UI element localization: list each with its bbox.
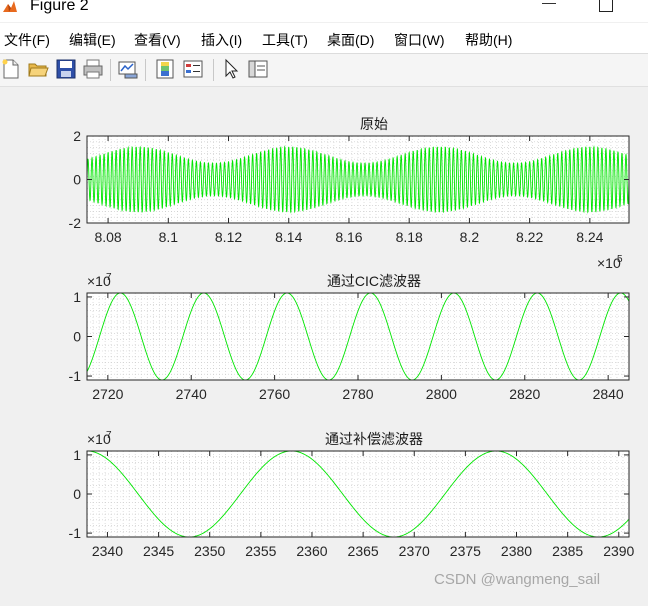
x-tick-label: 2390 [603,543,634,559]
x-tick-label: 8.08 [94,229,121,245]
x-tick-label: 2360 [296,543,327,559]
toolbar [0,54,648,87]
window-title: Figure 2 [30,0,89,14]
x-tick-label: 8.1 [159,229,179,245]
toolbar-separator [145,59,146,81]
x-tick-label: 2720 [92,386,123,402]
axes-2[interactable]: 2720 2740 2760 2780 2800 2820 2840 -1 0 1 通过CIC滤波器… [69,272,630,402]
x-tick-label: 8.18 [396,229,423,245]
x-tick-label: 8.2 [460,229,480,245]
menu-tools[interactable]: 工具(T) [262,30,308,50]
axes-title: 通过CIC滤波器 [327,273,421,289]
axes-title: 原始 [360,116,388,132]
menu-desktop[interactable]: 桌面(D) [327,30,374,50]
y-tick-label: -2 [69,215,82,231]
maximize-button[interactable] [599,0,613,12]
x-tick-label: 2355 [245,543,276,559]
link-plot-icon[interactable] [117,58,139,80]
x-tick-label: 2385 [552,543,583,559]
x-tick-label: 8.22 [516,229,543,245]
watermark: CSDN @wangmeng_sail [434,571,601,588]
x-tick-label: 2800 [426,386,457,402]
pointer-icon[interactable] [220,58,242,80]
x-tick-label: 2740 [176,386,207,402]
y-tick-label: -1 [69,525,82,541]
window-title-bar: Figure 2 — [0,0,648,22]
y-tick-label: 2 [73,128,81,144]
colorbar-icon[interactable] [154,58,176,80]
menu-help[interactable]: 帮助(H) [465,30,512,50]
save-icon[interactable] [55,58,77,80]
toolbar-separator [110,59,111,81]
legend-icon[interactable] [182,58,204,80]
x-tick-label: 2820 [509,386,540,402]
y-exponent-power: 7 [106,272,112,283]
matlab-icon [3,1,17,12]
axes-title: 通过补偿滤波器 [325,431,423,447]
figure-plots: 8.08 8.1 8.12 8.14 8.16 8.18 8.2 8.22 8.24 -2 0 2 原始… [69,116,635,559]
y-tick-label: 0 [73,172,81,188]
menu-view[interactable]: 查看(V) [134,30,181,50]
print-icon[interactable] [82,58,104,80]
menu-file[interactable]: 文件(F) [4,30,50,50]
x-tick-label: 2760 [259,386,290,402]
axes-3[interactable]: 2340 2345 2350 2355 2360 2365 2370 2375 2380 2385… [69,430,635,559]
x-tick-label: 2340 [92,543,123,559]
open-folder-icon[interactable] [27,58,49,80]
y-tick-label: -1 [69,368,82,384]
figure-canvas[interactable]: 8.08 8.1 8.12 8.14 8.16 8.18 8.2 8.22 8.24 -2 0 2 原始… [0,87,648,601]
menu-insert[interactable]: 插入(I) [201,30,242,50]
x-tick-label: 2350 [194,543,225,559]
x-tick-label: 2375 [450,543,481,559]
axes-1[interactable]: 8.08 8.1 8.12 8.14 8.16 8.18 8.2 8.22 8.24 -2 0 2 原始… [69,116,630,271]
y-exponent-power: 7 [106,430,112,441]
y-tick-label: 0 [73,486,81,502]
menu-bar: 文件(F) 编辑(E) 查看(V) 插入(I) 工具(T) 桌面(D) 窗口(W… [0,23,648,54]
x-tick-label: 2380 [501,543,532,559]
x-tick-label: 2345 [143,543,174,559]
x-tick-label: 2365 [348,543,379,559]
toolbar-separator [213,59,214,81]
y-tick-label: 1 [73,289,81,305]
y-tick-label: 0 [73,329,81,345]
x-tick-label: 8.16 [335,229,362,245]
x-tick-label: 2370 [399,543,430,559]
new-file-icon[interactable] [0,58,22,80]
y-tick-label: 1 [73,447,81,463]
minimize-button[interactable]: — [542,0,556,10]
x-tick-label: 8.24 [576,229,603,245]
x-exponent-power: 5 [617,254,623,265]
property-editor-icon[interactable] [247,58,269,80]
x-tick-label: 2780 [342,386,373,402]
menu-edit[interactable]: 编辑(E) [69,30,116,50]
x-tick-label: 2840 [593,386,624,402]
x-tick-label: 8.14 [275,229,302,245]
x-tick-label: 8.12 [215,229,242,245]
menu-window[interactable]: 窗口(W) [394,30,445,50]
